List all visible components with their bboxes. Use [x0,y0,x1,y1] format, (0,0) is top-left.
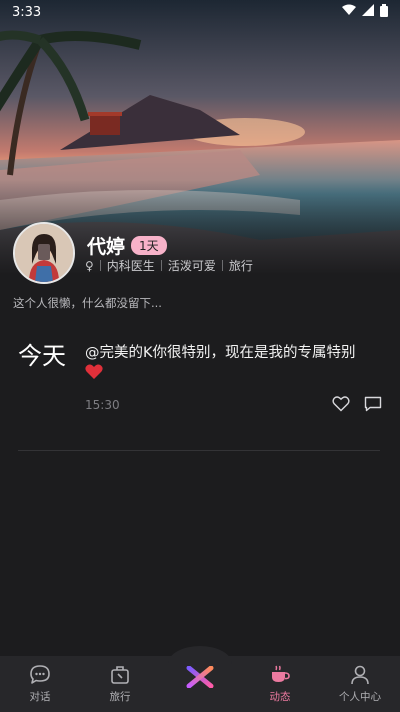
tag-hobby: 旅行 [228,259,253,273]
x-logo-icon [186,665,214,712]
red-heart-emoji-icon [85,364,103,387]
post-content: @完美的K你很特别，现在是我的专属特别 [85,342,381,387]
bio-text: 这个人很懒，什么都没留下... [13,296,162,310]
user-name: 代婷 [87,236,126,258]
tab-chat[interactable]: 对话 [0,656,80,712]
heart-outline-icon [332,396,350,416]
tab-moments-label: 动态 [269,691,291,703]
tab-profile[interactable]: 个人中心 [320,656,400,712]
tab-travel-label: 旅行 [109,691,131,703]
tag-separator [221,260,223,271]
post-time: 15:30 [85,398,120,412]
tab-chat-label: 对话 [29,691,51,703]
avatar[interactable] [13,222,75,284]
coffee-cup-icon [269,664,291,689]
luggage-icon [109,664,131,689]
post-text: @完美的K你很特别，现在是我的专属特别 [85,345,356,361]
like-button[interactable] [332,396,350,416]
tab-profile-label: 个人中心 [339,691,381,703]
post-day-label: 今天 [18,342,66,370]
chat-bubble-icon [29,664,51,689]
battery-icon [380,3,388,21]
gender-icon: ♀ [85,258,94,273]
tab-travel[interactable]: 旅行 [80,656,160,712]
comment-icon [364,396,382,416]
post-divider [18,450,380,451]
tag-separator [160,260,162,271]
tag-personality: 活泼可爱 [167,259,216,273]
tag-separator [99,260,101,271]
status-bar: 3:33 [0,0,400,24]
days-badge: 1天 [131,236,167,255]
signal-icon [362,4,374,20]
tab-center-logo[interactable] [160,656,240,712]
tab-moments[interactable]: 动态 [240,656,320,712]
wifi-icon [342,4,356,20]
status-time: 3:33 [12,4,42,20]
person-icon [349,664,371,689]
bottom-tab-bar: 对话 旅行 动态 个人中心 [0,646,400,712]
profile-tags: ♀ 内科医生 活泼可爱 旅行 [85,257,253,274]
tag-profession: 内科医生 [106,259,155,273]
comment-button[interactable] [364,396,382,416]
